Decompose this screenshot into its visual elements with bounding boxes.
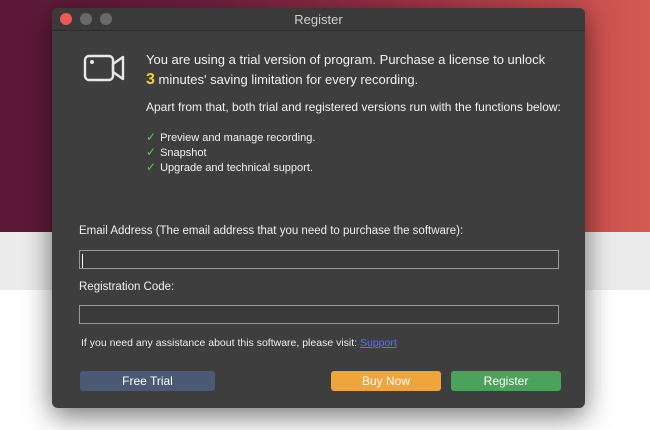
buy-now-button[interactable]: Buy Now [331, 371, 441, 391]
list-item: ✓ Preview and manage recording. [146, 130, 315, 145]
email-label: Email Address (The email address that yo… [79, 225, 464, 237]
trial-message: You are using a trial version of program… [146, 50, 566, 90]
feature-label: Upgrade and technical support. [160, 162, 313, 174]
help-text: If you need any assistance about this so… [81, 337, 397, 349]
register-window: Register You are using a trial version o… [52, 8, 585, 408]
functions-description: Apart from that, both trial and register… [146, 100, 561, 114]
video-camera-icon [82, 52, 128, 91]
check-icon: ✓ [146, 130, 157, 144]
list-item: ✓ Upgrade and technical support. [146, 160, 315, 175]
feature-list: ✓ Preview and manage recording. ✓ Snapshot… [146, 130, 315, 175]
trial-message-text: You are using a trial version of program… [146, 52, 546, 67]
trial-minutes-highlight: 3 [146, 71, 155, 88]
feature-label: Snapshot [160, 147, 207, 159]
support-link[interactable]: Support [360, 337, 397, 349]
window-title: Register [294, 12, 343, 27]
trial-message-text-end: minutes' saving limitation for every rec… [154, 72, 419, 87]
help-message: If you need any assistance about this so… [81, 337, 360, 349]
free-trial-button[interactable]: Free Trial [80, 371, 215, 391]
text-cursor [82, 254, 83, 268]
email-input[interactable] [79, 250, 559, 269]
register-button[interactable]: Register [451, 371, 561, 391]
list-item: ✓ Snapshot [146, 145, 315, 160]
check-icon: ✓ [146, 160, 157, 174]
registration-code-label: Registration Code: [79, 281, 175, 293]
title-bar: Register [52, 8, 585, 31]
check-icon: ✓ [146, 145, 157, 159]
registration-code-input[interactable] [79, 305, 559, 324]
feature-label: Preview and manage recording. [160, 132, 316, 144]
